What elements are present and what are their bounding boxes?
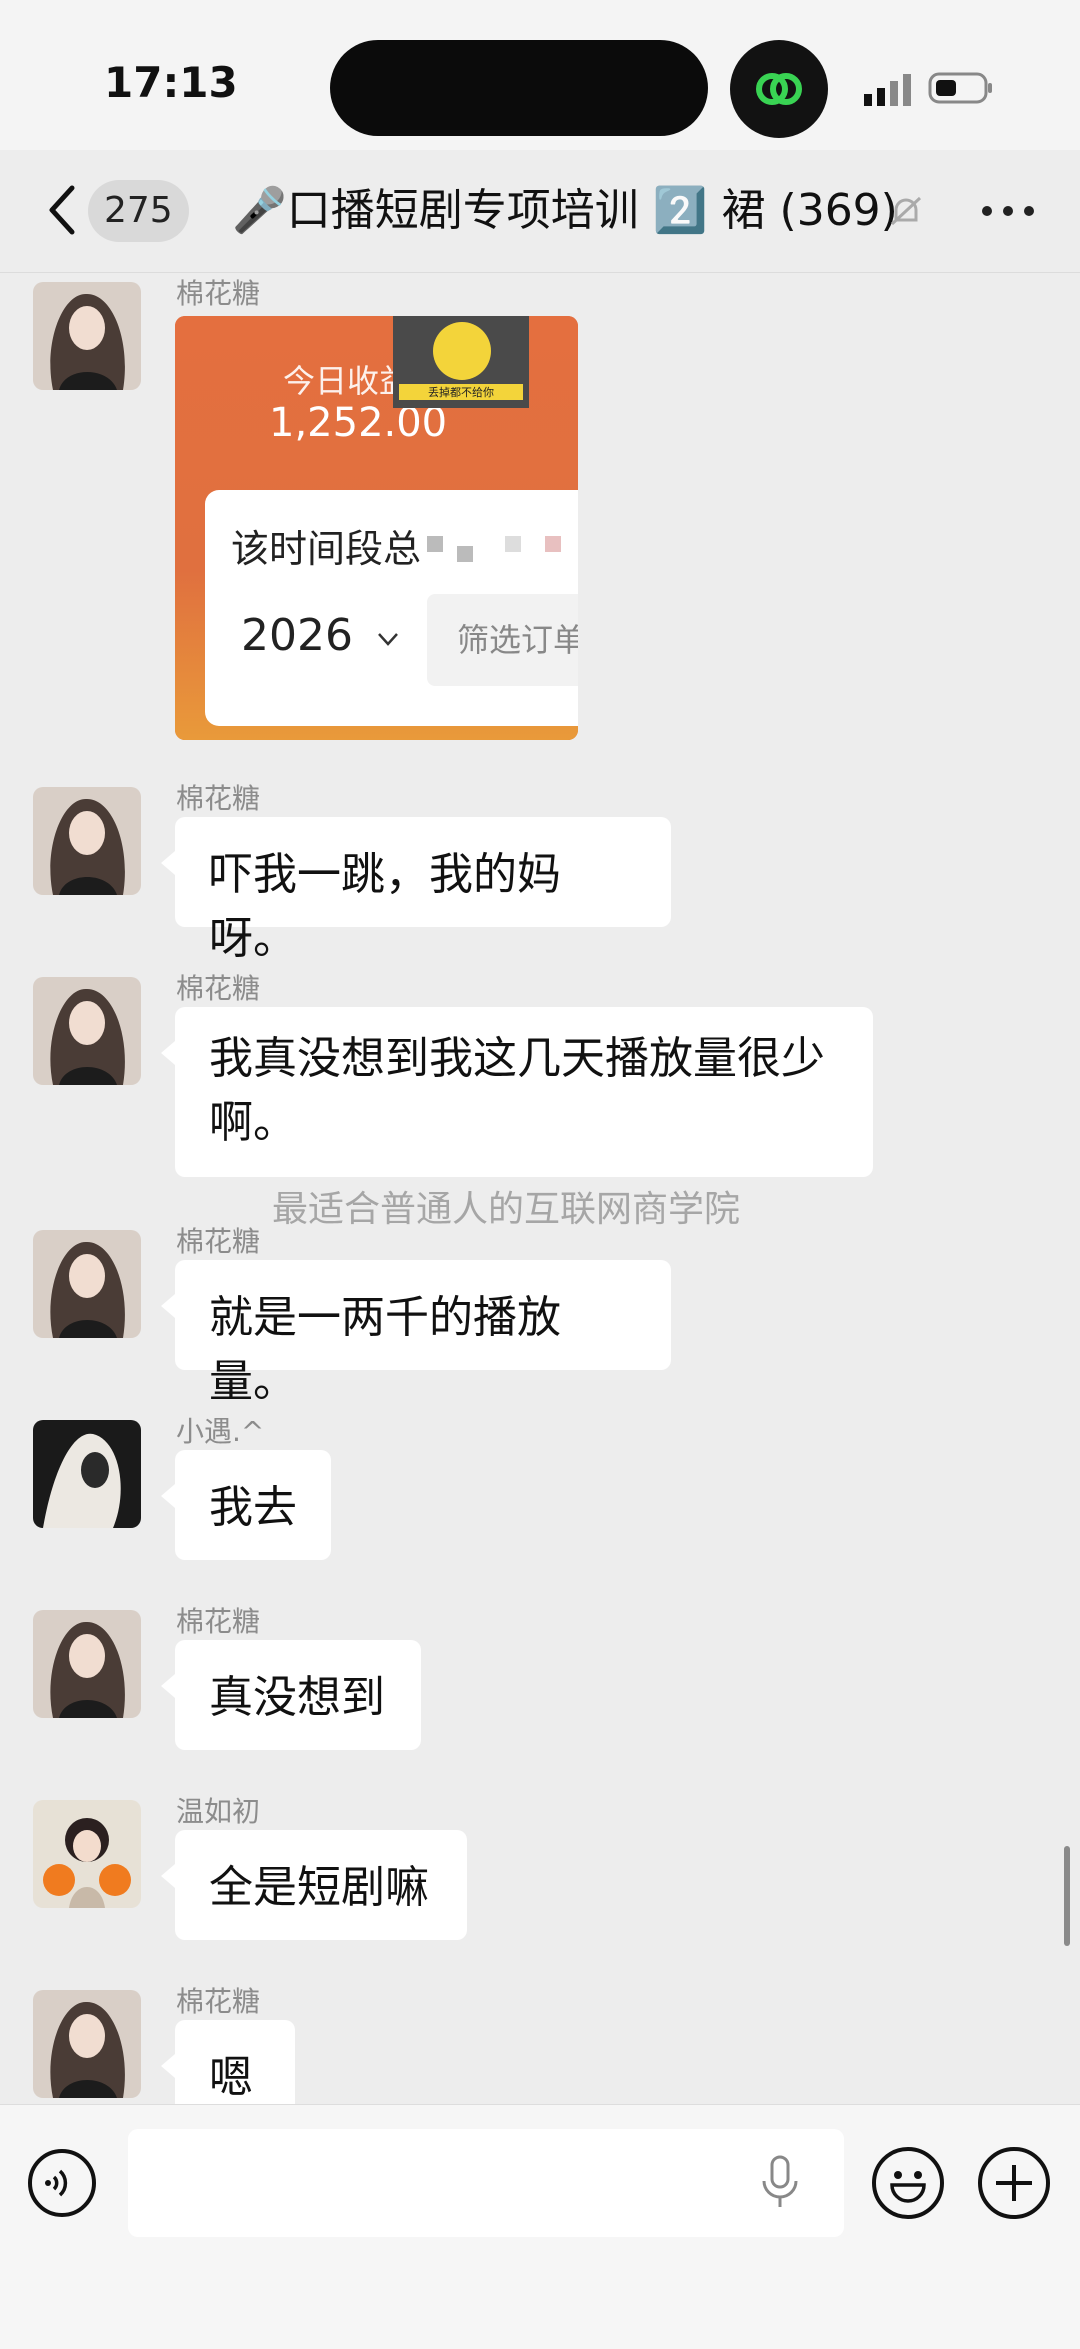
sender-name: 棉花糖 [176,1225,261,1258]
sticker-caption: 丢掉都不给你 [399,384,523,400]
summary-card: 该时间段总 2026 筛选订单 [205,490,578,726]
message-bubble[interactable]: 嗯 [161,2020,295,2104]
scrollbar[interactable] [1064,1846,1070,1946]
status-bar: 17:13 [0,0,1080,150]
blur-mosaic [545,536,561,552]
sender-name: 小遇.^ [176,1415,265,1448]
sender-name: 棉花糖 [176,1985,261,2018]
mute-bell-icon [890,196,922,226]
input-bar [0,2104,1080,2349]
chevron-down-icon [378,633,398,646]
voice-input-icon[interactable] [28,2149,96,2217]
message-bubble[interactable]: 全是短剧嘛 [161,1830,467,1940]
blur-mosaic [427,536,443,552]
sender-name: 棉花糖 [176,277,261,310]
avatar[interactable] [33,1800,141,1908]
signal-icon [864,74,911,106]
sticker-image: 丢掉都不给你 [393,316,529,408]
sticker-face-icon [433,322,491,380]
message-text-line: 啊。 [209,1097,297,1148]
filter-orders: 筛选订单 [427,594,578,686]
unread-count-badge[interactable]: 275 [88,180,189,242]
battery-icon [928,72,992,104]
sender-name: 温如初 [176,1795,261,1828]
more-options-icon[interactable] [976,194,1040,224]
message-bubble[interactable]: 就是一两千的播放量。 [161,1260,671,1407]
dynamic-island [330,40,708,136]
wechat-link-icon[interactable] [730,40,828,138]
blur-mosaic [457,546,473,562]
message-list[interactable]: 棉花糖 今日收益 1,252.00 丢掉都不给你 该时间段总 2026 筛选订单 [0,272,1080,2104]
year-selector: 2026 [241,610,353,661]
avatar[interactable] [33,1230,141,1338]
sender-name: 棉花糖 [176,782,261,815]
avatar[interactable] [33,977,141,1085]
emoji-icon[interactable] [872,2147,944,2219]
message-bubble[interactable]: 吓我一跳，我的妈呀。 [161,817,671,964]
sender-name: 棉花糖 [176,1605,261,1638]
watermark-text: 最适合普通人的互联网商学院 [272,1189,741,1230]
period-label: 该时间段总 [231,527,422,571]
avatar[interactable] [33,1420,141,1528]
add-attachment-icon[interactable] [978,2147,1050,2219]
message-bubble[interactable]: 我真没想到我这几天播放量很少 啊。 [161,1007,873,1177]
chat-header: 275 🎤口播短剧专项培训 2️⃣ 裙 (369) [0,150,1080,273]
message-text-line: 我真没想到我这几天播放量很少 [209,1033,825,1084]
avatar[interactable] [33,787,141,895]
avatar[interactable] [33,282,141,390]
back-arrow-icon[interactable] [40,180,84,240]
sender-name: 棉花糖 [176,972,261,1005]
microphone-icon[interactable] [760,2153,800,2213]
group-title[interactable]: 🎤口播短剧专项培训 2️⃣ 裙 (369) [232,180,932,242]
message-bubble[interactable]: 真没想到 [161,1640,421,1750]
blur-mosaic [505,536,521,552]
avatar[interactable] [33,1610,141,1718]
earnings-label: 今日收益 [283,362,412,400]
message-bubble[interactable]: 我去 [161,1450,331,1560]
avatar[interactable] [33,1990,141,2098]
status-time: 17:13 [104,58,238,107]
message-input[interactable] [128,2129,844,2237]
image-message[interactable]: 今日收益 1,252.00 丢掉都不给你 该时间段总 2026 筛选订单 [175,316,578,740]
